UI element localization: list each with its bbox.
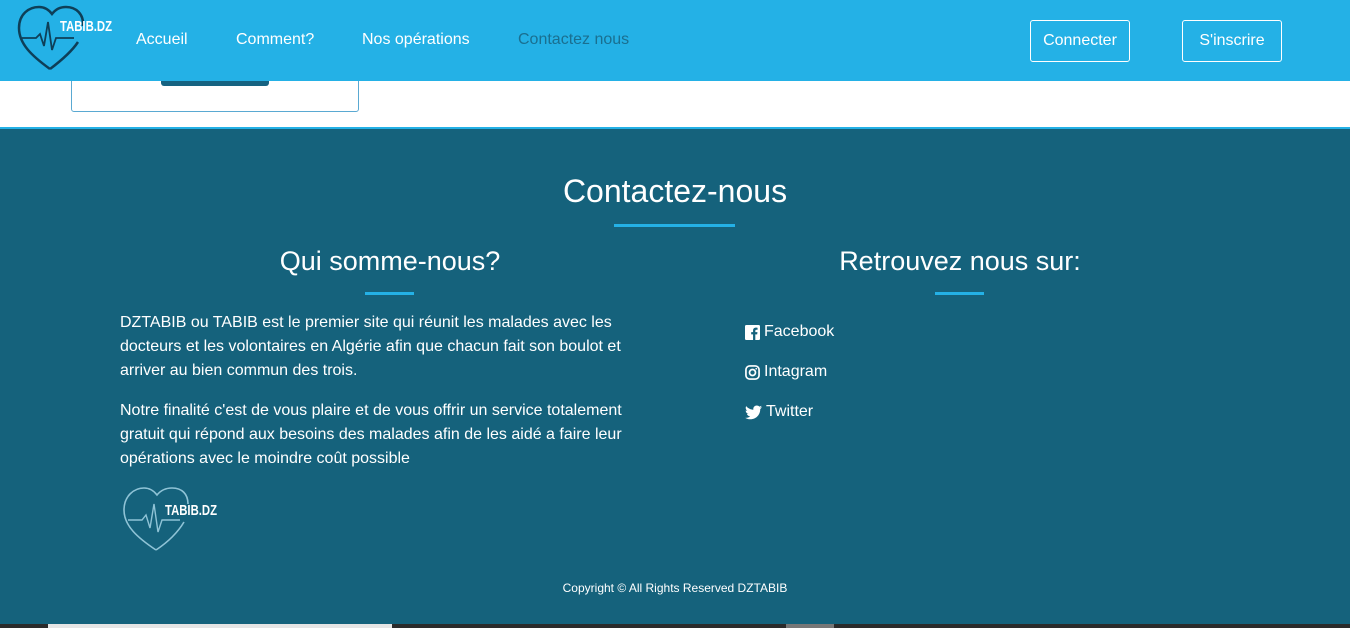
nav-link-operations[interactable]: Nos opérations xyxy=(362,30,470,50)
strip-segment xyxy=(48,624,392,628)
logo-text: TABIB.DZ xyxy=(60,18,112,35)
footer-logo: TABIB.DZ xyxy=(123,487,217,551)
social-label-twitter: Twitter xyxy=(766,403,814,420)
about-underline xyxy=(365,292,414,295)
footer-logo-text: TABIB.DZ xyxy=(165,502,217,519)
footer-title: Contactez-nous xyxy=(562,173,788,209)
signup-button[interactable]: S'inscrire xyxy=(1182,20,1282,62)
social-link-instagram[interactable]: Intagram xyxy=(745,362,827,382)
social-label-instagram: Intagram xyxy=(764,363,828,380)
instagram-icon xyxy=(745,364,760,380)
facebook-icon xyxy=(745,324,760,340)
copyright: Copyright © All Rights Reserved DZTABIB xyxy=(562,581,788,595)
bottom-scroll-strip xyxy=(0,624,1350,628)
login-button[interactable]: Connecter xyxy=(1030,20,1130,62)
twitter-icon xyxy=(745,404,762,419)
title-underline xyxy=(614,224,735,227)
about-paragraph-1: DZTABIB ou TABIB est le premier site qui… xyxy=(120,314,621,379)
social-underline xyxy=(935,292,984,295)
nav-link-accueil[interactable]: Accueil xyxy=(136,30,188,50)
nav-link-contact[interactable]: Contactez nous xyxy=(518,30,629,50)
navbar: TABIB.DZ Accueil Comment? Nos opérations… xyxy=(0,0,1350,81)
nav-link-comment[interactable]: Comment? xyxy=(236,30,314,50)
brand-logo[interactable]: TABIB.DZ xyxy=(16,4,116,74)
social-label-facebook: Facebook xyxy=(764,323,835,340)
social-link-facebook[interactable]: Facebook xyxy=(745,322,834,342)
social-title: Retrouvez nous sur: xyxy=(839,246,1081,276)
about-title: Qui somme-nous? xyxy=(279,246,501,276)
footer: Contactez-nous Qui somme-nous? DZTABIB o… xyxy=(0,127,1350,628)
social-link-twitter[interactable]: Twitter xyxy=(745,402,813,422)
strip-segment xyxy=(786,624,834,628)
about-paragraph-2: Notre finalité c'est de vous plaire et d… xyxy=(120,402,622,467)
